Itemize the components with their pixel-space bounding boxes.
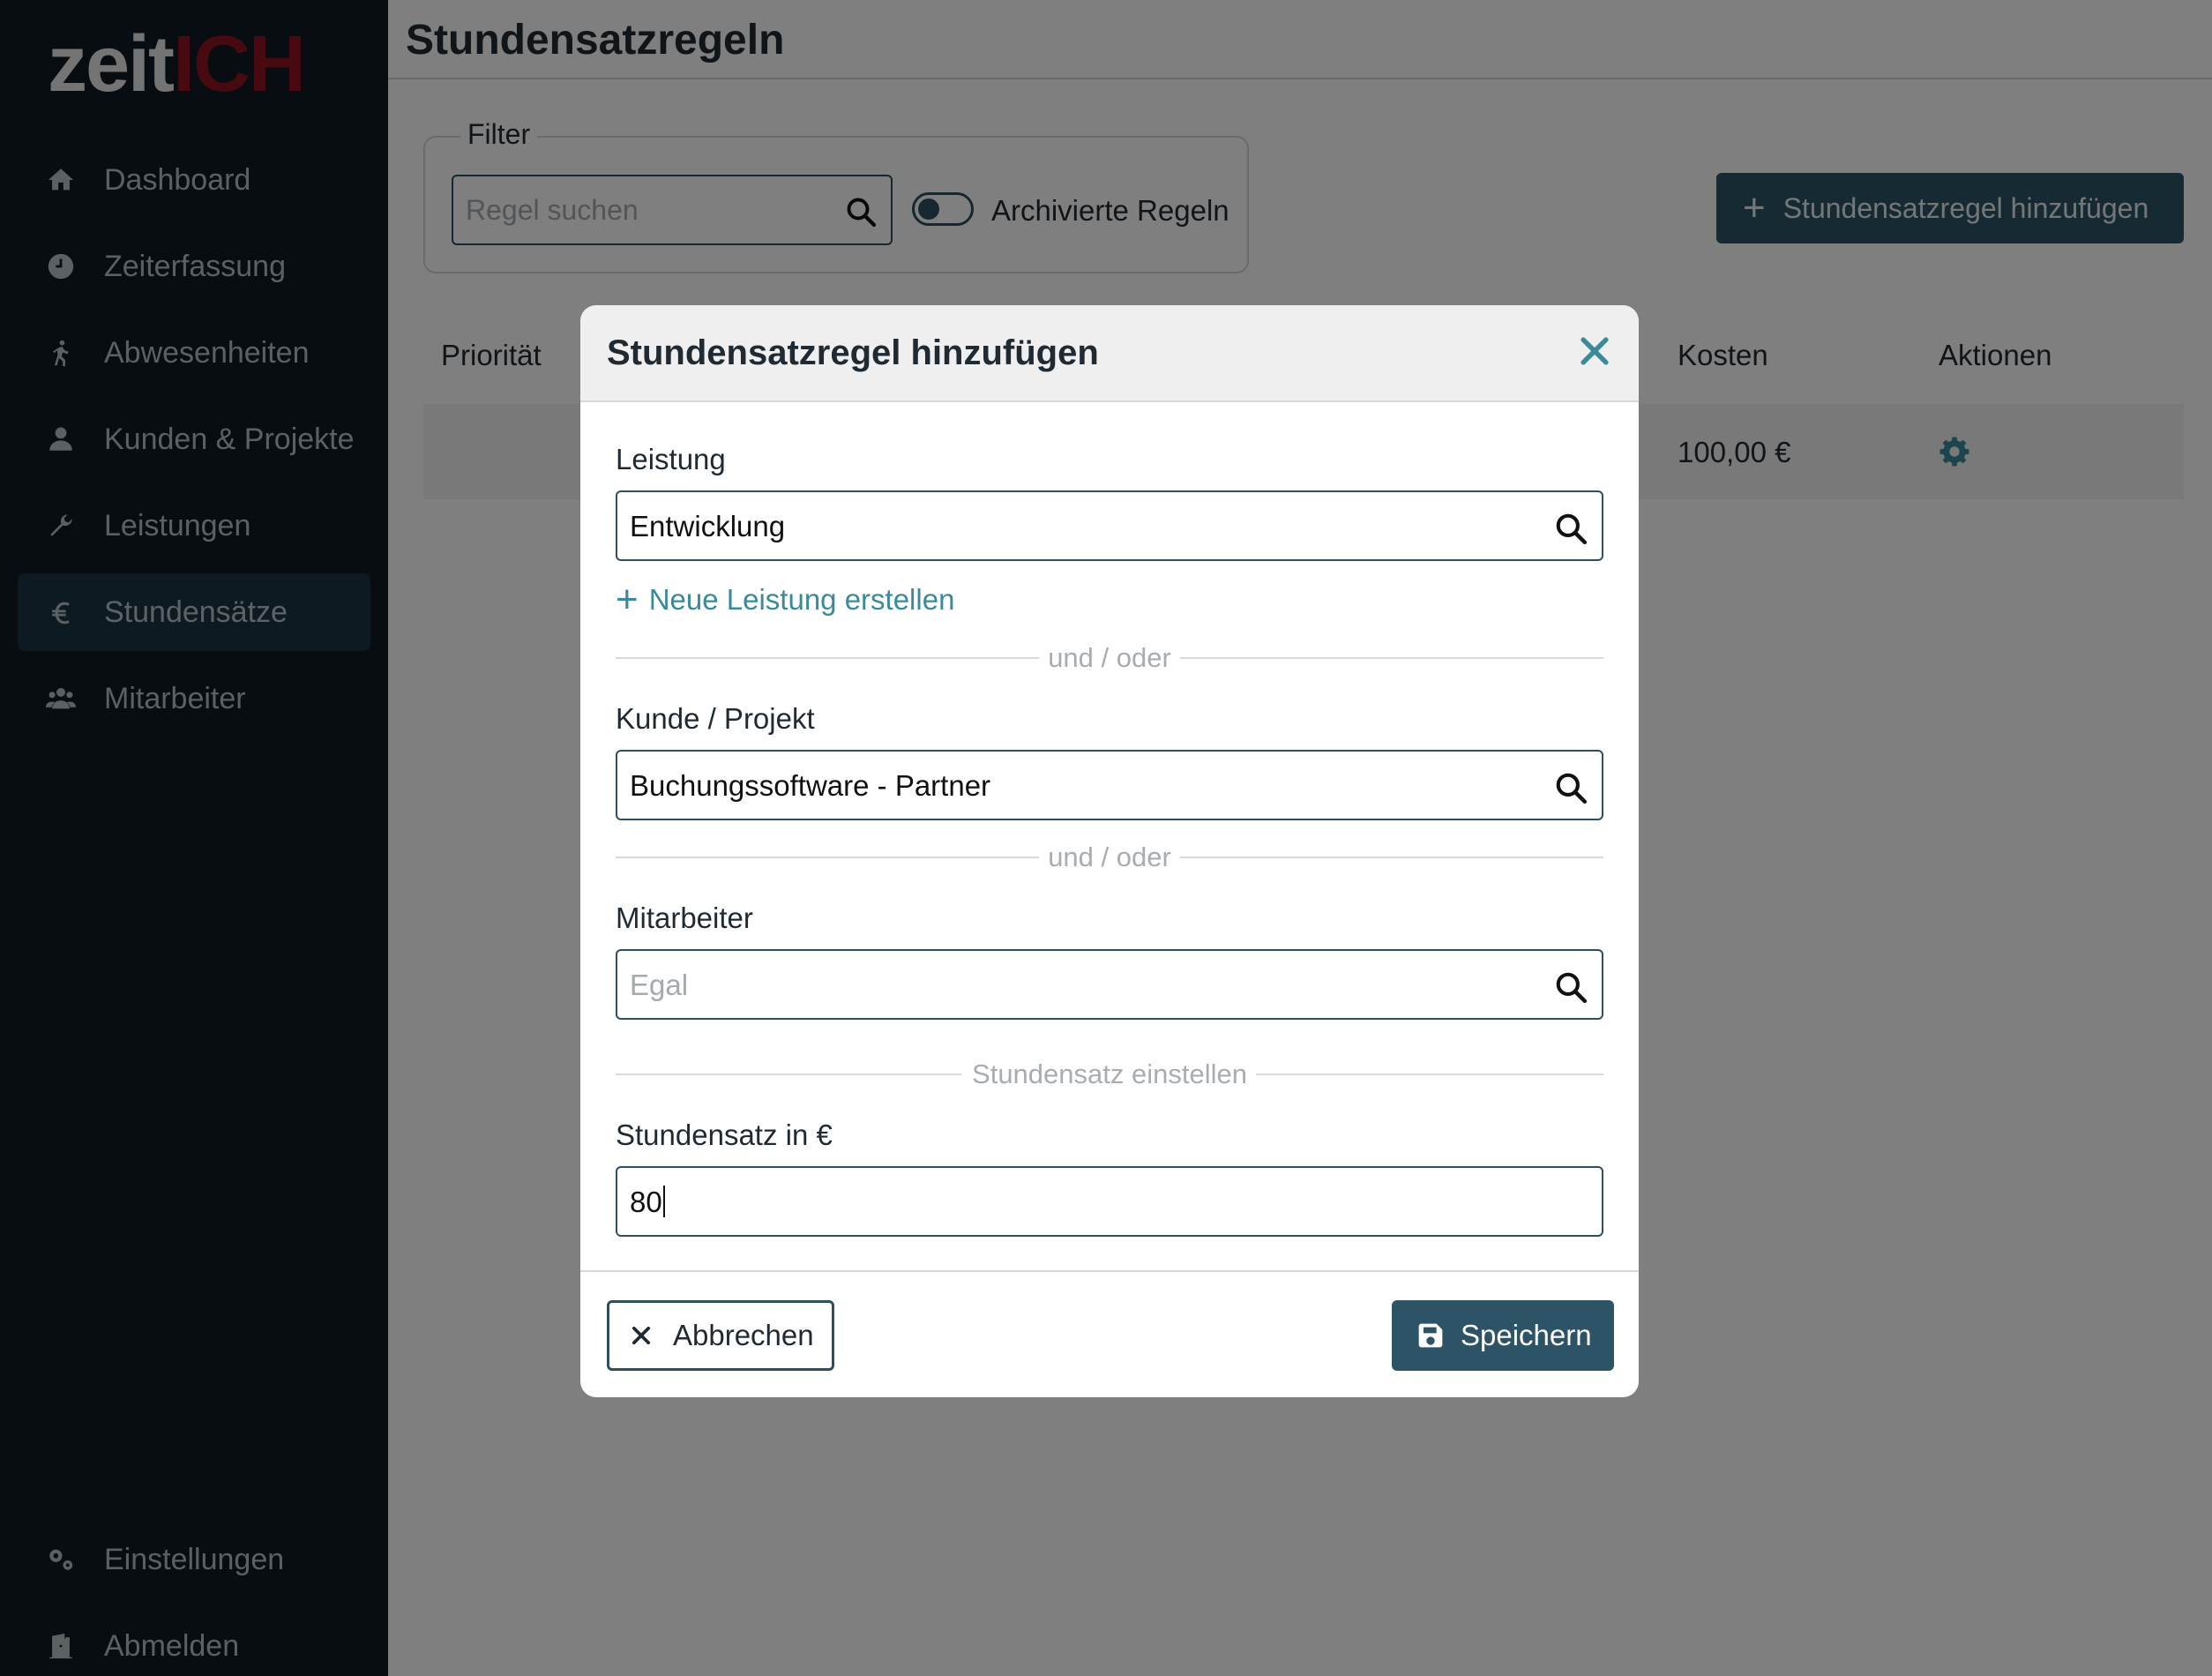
search-icon[interactable] (1554, 771, 1588, 804)
new-service-link-label: Neue Leistung erstellen (648, 583, 955, 616)
stundensatz-value-wrap: 80 (630, 1186, 665, 1219)
new-service-link[interactable]: + Neue Leistung erstellen (616, 580, 954, 619)
save-button[interactable]: Speichern (1392, 1300, 1614, 1371)
divider-und-oder: und / oder (616, 640, 1603, 676)
divider-text-wrap: und / oder (616, 842, 1603, 873)
divider-text-wrap: und / oder (616, 642, 1603, 674)
leistung-label: Leistung (616, 443, 726, 475)
mitarbeiter-field[interactable]: Egal (616, 949, 1603, 1020)
stundensatz-label: Stundensatz in € (616, 1119, 833, 1151)
mitarbeiter-label: Mitarbeiter (616, 902, 753, 934)
divider-text: und / oder (1039, 842, 1180, 872)
add-rate-rule-dialog: Stundensatzregel hinzufügen Leistung Ent… (580, 305, 1639, 1397)
close-icon[interactable] (1575, 332, 1614, 370)
mitarbeiter-placeholder: Egal (630, 969, 689, 1001)
text-caret (662, 1186, 665, 1217)
stundensatz-value: 80 (630, 1186, 662, 1218)
leistung-value: Entwicklung (630, 510, 786, 542)
kunde-projekt-field[interactable]: Buchungssoftware - Partner (616, 750, 1603, 820)
plus-icon: + (616, 578, 639, 621)
divider-text-wrap: Stundensatz einstellen (616, 1059, 1603, 1090)
save-button-label: Speichern (1461, 1319, 1592, 1351)
cancel-button[interactable]: Abbrechen (607, 1300, 834, 1371)
divider-text: Stundensatz einstellen (963, 1059, 1256, 1089)
kunde-projekt-label: Kunde / Projekt (616, 702, 815, 735)
close-icon (631, 1326, 651, 1345)
divider-und-oder: und / oder (616, 840, 1603, 875)
cancel-button-label: Abbrechen (673, 1319, 814, 1351)
divider-stundensatz-einstellen: Stundensatz einstellen (616, 1057, 1603, 1092)
divider-text: und / oder (1039, 642, 1180, 673)
stundensatz-input[interactable]: 80 (616, 1166, 1603, 1237)
save-disk-icon (1418, 1323, 1443, 1348)
search-icon[interactable] (1554, 512, 1588, 545)
footer-divider (580, 1270, 1639, 1272)
leistung-field[interactable]: Entwicklung (616, 490, 1603, 561)
kunde-projekt-value: Buchungssoftware - Partner (630, 769, 991, 802)
search-icon[interactable] (1554, 970, 1588, 1004)
dialog-header: Stundensatzregel hinzufügen (580, 305, 1639, 402)
dialog-title: Stundensatzregel hinzufügen (607, 333, 1099, 372)
